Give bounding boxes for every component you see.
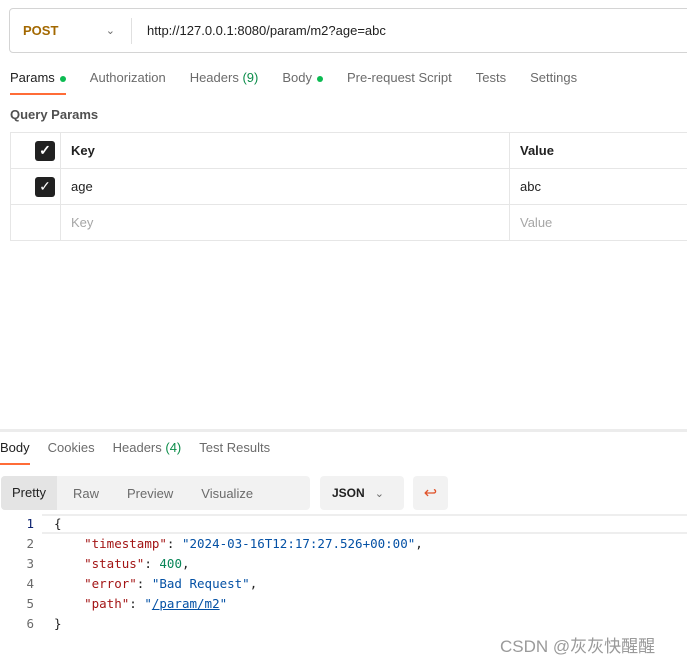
tab-count: (4) [165, 440, 182, 455]
value-cell[interactable]: abc [509, 168, 687, 205]
tab-label: Tests [475, 70, 507, 85]
json-value: 400 [159, 556, 182, 571]
brace: } [54, 616, 62, 631]
tab-settings[interactable]: Settings [530, 70, 577, 95]
tab-label: Settings [530, 70, 578, 85]
json-key: "timestamp" [84, 536, 167, 551]
request-tabs: Params Authorization Headers (9) Body Pr… [10, 70, 601, 95]
response-tabs: Body Cookies Headers (4) Test Results [0, 440, 288, 465]
tab-params[interactable]: Params [10, 70, 66, 95]
code-line: 2 "timestamp": "2024-03-16T12:17:27.526+… [0, 534, 687, 554]
json-value: "2024-03-16T12:17:27.526+00:00" [181, 536, 416, 551]
value-input[interactable]: Value [509, 204, 687, 241]
code-line: 5 "path": "/param/m2" [0, 594, 687, 614]
select-all-checkbox[interactable]: ✓ [35, 140, 55, 161]
format-label: JSON [332, 486, 365, 500]
tab-headers[interactable]: Headers (9) [190, 70, 259, 95]
json-value: "Bad Request" [151, 576, 250, 591]
pane-divider[interactable] [0, 429, 687, 432]
brace: { [42, 514, 687, 534]
view-pretty[interactable]: Pretty [1, 476, 57, 510]
line-number: 2 [26, 536, 34, 551]
tab-label: Authorization [89, 70, 166, 85]
tab-response-headers[interactable]: Headers (4) [113, 440, 182, 465]
tab-label: Headers [189, 70, 239, 85]
line-number: 3 [26, 556, 34, 571]
json-key: "path" [84, 596, 130, 611]
view-mode-selector: Pretty Raw Preview Visualize [1, 476, 310, 510]
line-number: 5 [26, 596, 34, 611]
tab-test-results[interactable]: Test Results [199, 440, 270, 465]
wrap-lines-button[interactable]: ↩ [413, 476, 448, 510]
tab-tests[interactable]: Tests [476, 70, 506, 95]
table-row-empty: Key Value [10, 204, 687, 241]
code-line: 3 "status": 400, [0, 554, 687, 574]
line-number: 1 [26, 516, 34, 531]
tab-pre-request-script[interactable]: Pre-request Script [347, 70, 452, 95]
watermark: CSDN @灰灰快醒醒 [500, 637, 656, 656]
tab-response-body[interactable]: Body [0, 440, 30, 465]
view-preview[interactable]: Preview [113, 486, 187, 501]
path-link[interactable]: /param/m2 [152, 596, 220, 611]
code-line: 6} [0, 614, 687, 634]
key-header: Key [60, 132, 510, 169]
method-label: POST [23, 23, 59, 38]
active-dot-icon [316, 75, 323, 82]
tab-body[interactable]: Body [282, 70, 323, 95]
active-dot-icon [59, 75, 66, 82]
tab-cookies[interactable]: Cookies [48, 440, 95, 465]
tab-label: Headers [112, 440, 162, 455]
table-row: ✓ age abc [10, 168, 687, 205]
query-params-table: ✓ Key Value ✓ age abc Key Value [10, 132, 687, 241]
key-input[interactable]: Key [60, 204, 510, 241]
line-number: 4 [26, 576, 34, 591]
row-checkbox[interactable]: ✓ [35, 176, 55, 197]
tab-count: (9) [242, 70, 259, 85]
tab-authorization[interactable]: Authorization [90, 70, 166, 95]
view-raw[interactable]: Raw [59, 486, 113, 501]
json-key: "error" [84, 576, 137, 591]
tab-label: Pre-request Script [346, 70, 452, 85]
code-line: 1{ [0, 514, 687, 534]
response-body-editor[interactable]: 1{ 2 "timestamp": "2024-03-16T12:17:27.5… [0, 514, 687, 634]
url-input[interactable]: http://127.0.0.1:8080/param/m2?age=abc [132, 23, 386, 38]
tab-label: Body [282, 70, 312, 85]
key-cell[interactable]: age [60, 168, 510, 205]
json-key: "status" [84, 556, 145, 571]
format-select[interactable]: JSON ⌄ [320, 476, 404, 510]
query-params-title: Query Params [10, 107, 99, 122]
table-header: ✓ Key Value [10, 132, 687, 169]
value-header: Value [509, 132, 687, 169]
method-select[interactable]: POST ⌄ [10, 17, 132, 44]
tab-label: Params [10, 70, 55, 85]
code-line: 4 "error": "Bad Request", [0, 574, 687, 594]
url-bar: POST ⌄ http://127.0.0.1:8080/param/m2?age… [9, 8, 687, 53]
chevron-down-icon: ⌄ [105, 25, 115, 37]
wrap-icon: ↩ [423, 485, 438, 502]
view-visualize[interactable]: Visualize [187, 486, 267, 501]
chevron-down-icon: ⌄ [374, 487, 384, 500]
line-number: 6 [26, 616, 34, 631]
